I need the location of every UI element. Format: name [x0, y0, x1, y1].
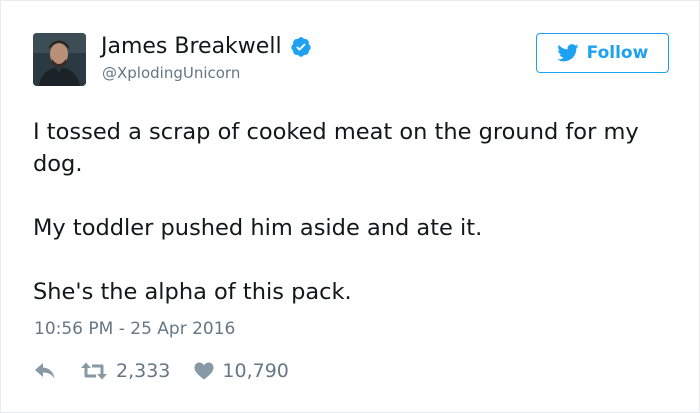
author-avatar[interactable] [33, 33, 86, 86]
author-name[interactable]: James Breakwell [101, 34, 282, 60]
twitter-bird-icon [556, 44, 579, 62]
tweet-timestamp[interactable]: 10:56 PM - 25 Apr 2016 [34, 319, 235, 339]
tweet-text: I tossed a scrap of cooked meat on the g… [33, 116, 673, 308]
tweet-actions: 2,333 10,790 [34, 357, 289, 385]
tweet-paragraph: My toddler pushed him aside and ate it. [33, 215, 483, 241]
retweet-button[interactable]: 2,333 [80, 360, 170, 382]
retweet-count: 2,333 [116, 360, 171, 382]
like-count: 10,790 [222, 360, 289, 382]
tweet-paragraph: I tossed a scrap of cooked meat on the g… [33, 119, 639, 177]
follow-button-label: Follow [586, 43, 649, 63]
author-name-row: James Breakwell [101, 34, 312, 60]
reply-icon [34, 362, 56, 380]
like-button[interactable]: 10,790 [194, 360, 289, 382]
tweet-card: James Breakwell @XplodingUnicorn Follow … [0, 0, 700, 413]
avatar-photo [33, 33, 86, 86]
tweet-paragraph: She's the alpha of this pack. [33, 279, 352, 305]
reply-button[interactable] [34, 362, 56, 380]
retweet-icon [80, 361, 108, 381]
author-handle[interactable]: @XplodingUnicorn [102, 64, 240, 82]
follow-button[interactable]: Follow [536, 33, 669, 73]
heart-icon [194, 362, 214, 380]
verified-badge-icon [290, 36, 312, 58]
